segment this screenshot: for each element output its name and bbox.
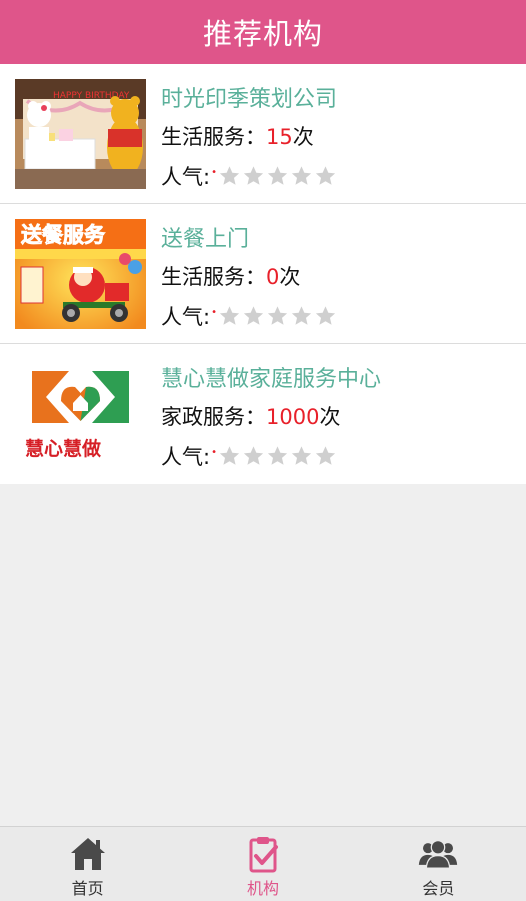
star-icon (291, 166, 312, 185)
org-popularity: 人气: • (161, 301, 338, 331)
star-icon (243, 166, 264, 185)
star-icon (315, 166, 336, 185)
org-popularity: 人气: • (161, 441, 338, 471)
service-label: 生活服务： (161, 265, 266, 289)
org-list: HAPPY BIRTHDAY 时光印季策划公司 生活服务：15次 人气: • 送… (0, 64, 526, 484)
home-icon (70, 838, 105, 870)
star-icon (243, 446, 264, 465)
star-icon (219, 166, 240, 185)
service-unit: 次 (279, 265, 301, 289)
org-name[interactable]: 慧心慧做家庭服务中心 (161, 361, 381, 393)
service-count: 15 (266, 125, 293, 149)
popularity-dot: • (211, 306, 217, 318)
popularity-dot: • (211, 446, 217, 458)
star-icon (291, 446, 312, 465)
service-count: 0 (266, 265, 280, 289)
service-label: 生活服务： (161, 125, 266, 149)
star-icon (219, 306, 240, 325)
service-count: 1000 (266, 405, 320, 429)
rating-stars (218, 445, 338, 467)
page-header: 推荐机构 (0, 0, 526, 64)
org-popularity: 人气: • (161, 161, 338, 191)
star-icon (243, 306, 264, 325)
org-item[interactable]: HAPPY BIRTHDAY 时光印季策划公司 生活服务：15次 人气: • (0, 64, 526, 204)
tab-label: 首页 (71, 879, 104, 898)
org-thumbnail[interactable]: 慧心慧做 (15, 359, 146, 469)
tab-home[interactable]: 首页 (0, 827, 175, 901)
svg-text:送餐服务: 送餐服务 (21, 223, 106, 247)
members-icon (419, 840, 458, 869)
page-title: 推荐机构 (202, 17, 323, 51)
bottom-tab-bar: 首页 机构 会员 (0, 826, 526, 901)
popularity-label: 人气: (161, 165, 211, 189)
tab-org[interactable]: 机构 (175, 827, 350, 901)
org-name[interactable]: 送餐上门 (161, 221, 249, 253)
svg-text:慧心慧做: 慧心慧做 (25, 437, 101, 460)
star-icon (219, 446, 240, 465)
star-icon (267, 306, 288, 325)
star-icon (267, 446, 288, 465)
service-unit: 次 (292, 125, 314, 149)
service-unit: 次 (319, 405, 341, 429)
org-service: 家政服务：1000次 (161, 401, 340, 431)
tab-label: 机构 (246, 879, 279, 898)
org-name[interactable]: 时光印季策划公司 (161, 81, 337, 113)
popularity-label: 人气: (161, 305, 211, 329)
star-icon (291, 306, 312, 325)
rating-stars (218, 305, 338, 327)
org-item[interactable]: 慧心慧做 慧心慧做家庭服务中心 家政服务：1000次 人气: • (0, 344, 526, 484)
tab-label: 会员 (422, 879, 455, 898)
org-service: 生活服务：15次 (161, 121, 314, 151)
tab-members[interactable]: 会员 (351, 827, 526, 901)
star-icon (267, 166, 288, 185)
clipboard-check-icon (249, 837, 278, 873)
org-item[interactable]: 送餐服务 送餐上门 生活服务：0次 人气: • (0, 204, 526, 344)
star-icon (315, 446, 336, 465)
rating-stars (218, 165, 338, 187)
star-icon (315, 306, 336, 325)
org-thumbnail[interactable]: HAPPY BIRTHDAY (15, 79, 146, 189)
popularity-label: 人气: (161, 445, 211, 469)
org-thumbnail[interactable]: 送餐服务 (15, 219, 146, 329)
service-label: 家政服务： (161, 405, 266, 429)
org-service: 生活服务：0次 (161, 261, 300, 291)
popularity-dot: • (211, 166, 217, 178)
